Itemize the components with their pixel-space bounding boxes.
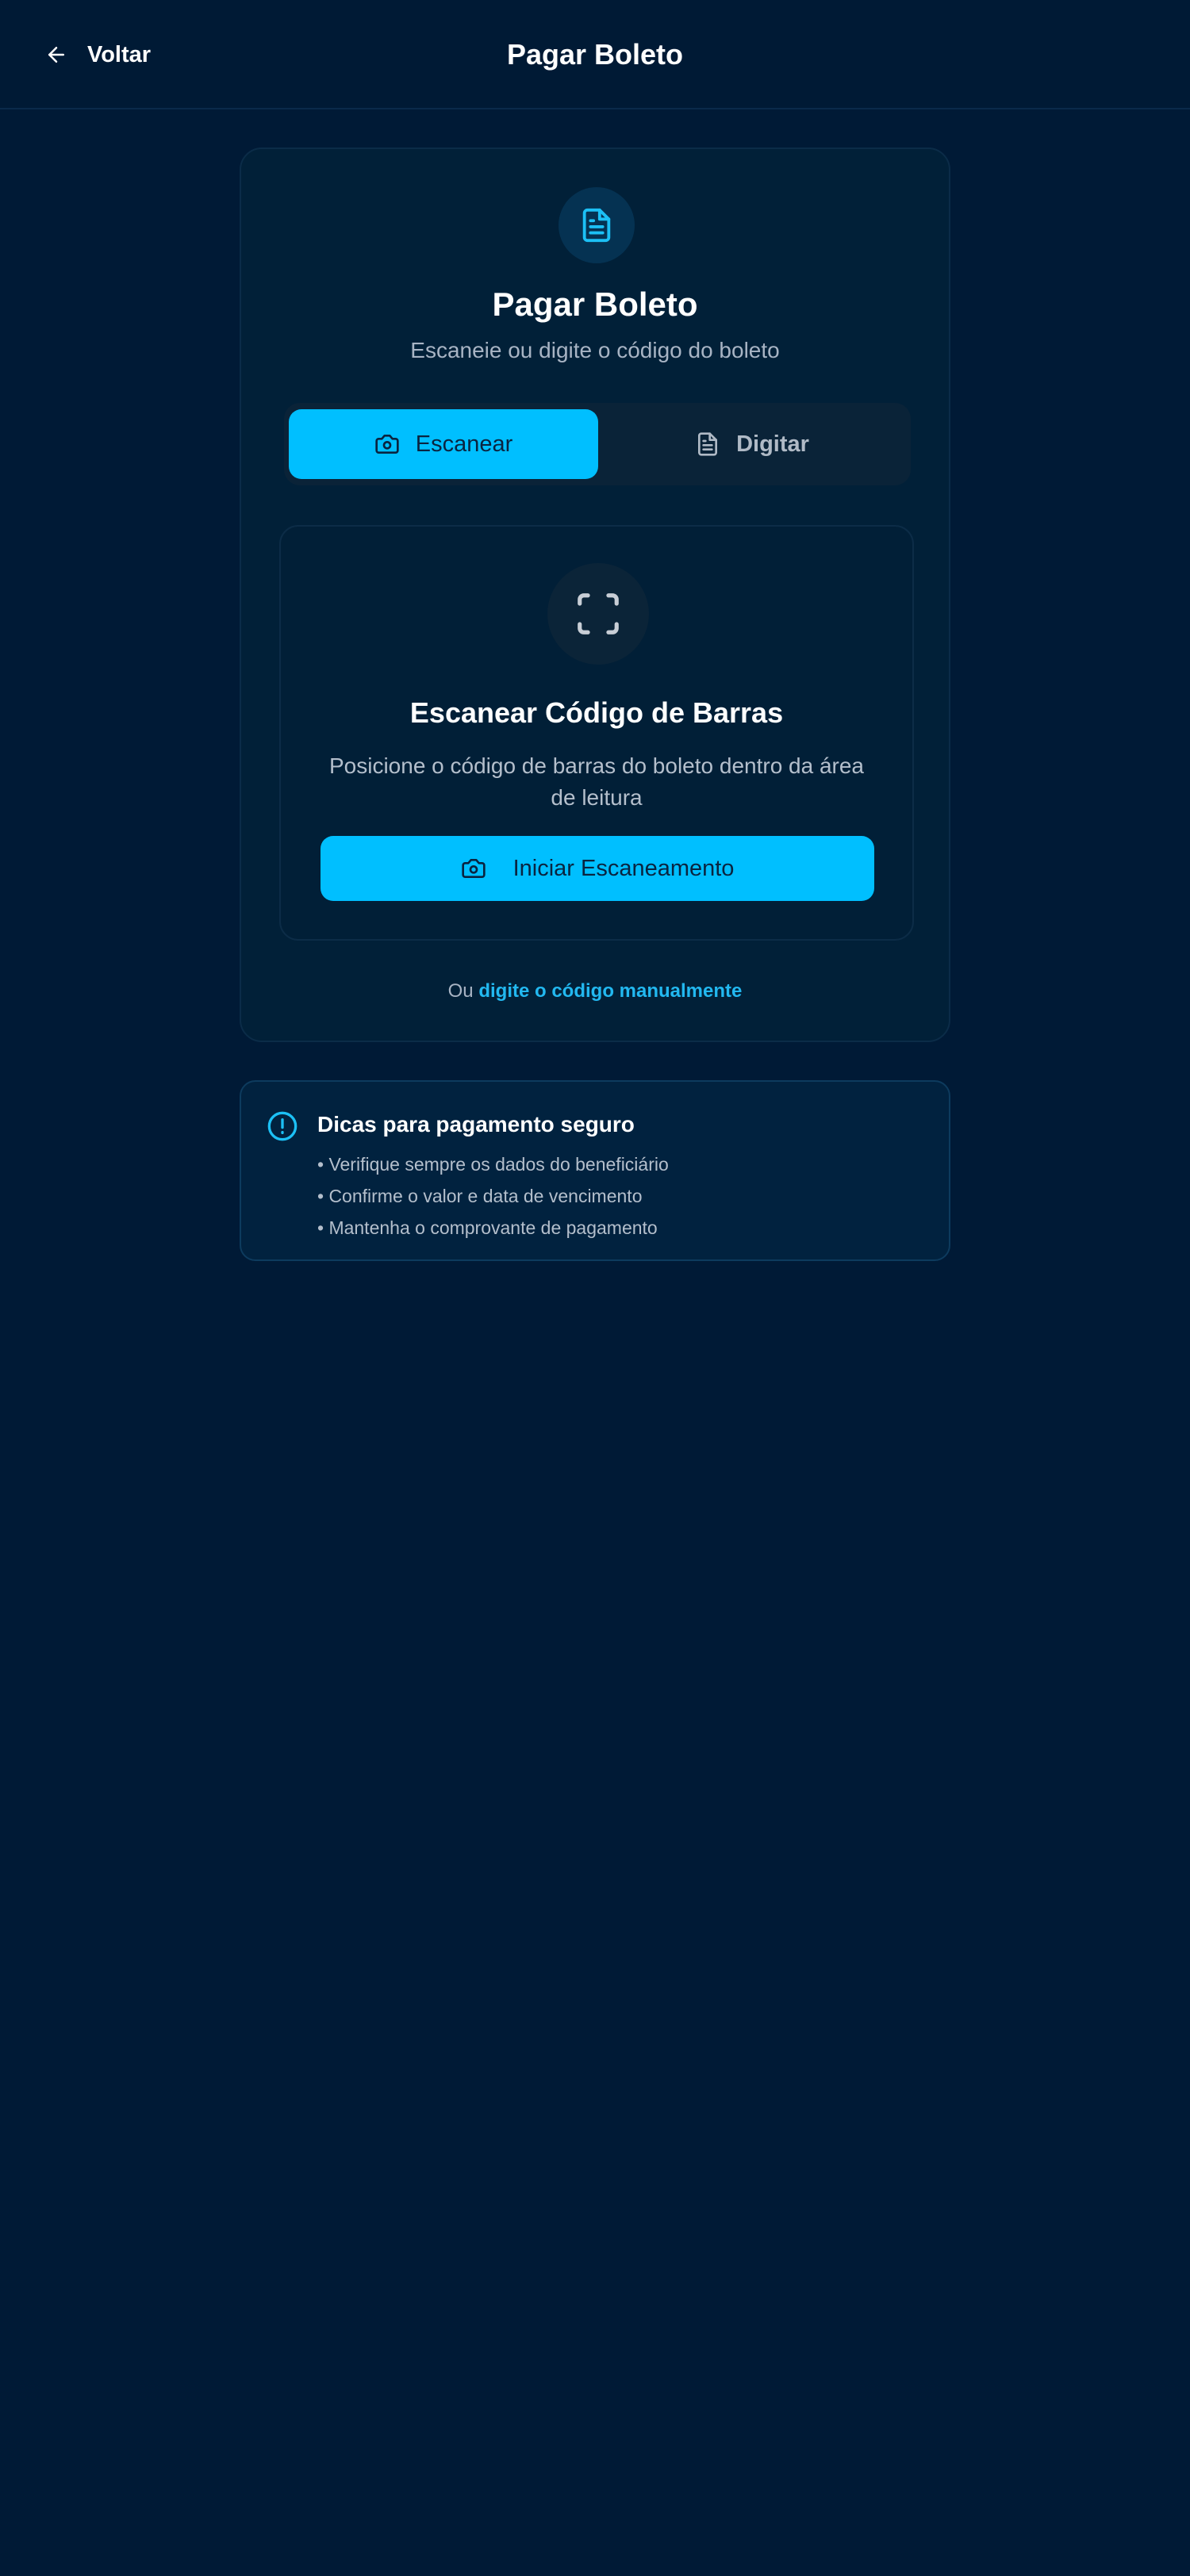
tip-item: • Verifique sempre os dados do beneficiá… xyxy=(317,1154,669,1175)
tips-title: Dicas para pagamento seguro xyxy=(317,1112,635,1137)
top-bar: Voltar Pagar Boleto xyxy=(0,0,1190,109)
scanner-description: Posicione o código de barras do boleto d… xyxy=(328,753,865,810)
document-icon xyxy=(582,208,611,243)
scanner-title: Escanear Código de Barras xyxy=(409,696,784,729)
page-title: Pagar Boleto xyxy=(506,38,684,71)
mode-tabs: Escanear Digitar xyxy=(284,403,911,485)
card-icon-badge xyxy=(559,187,635,263)
scanner-panel: Escanear Código de Barras Posicione o có… xyxy=(279,525,914,941)
card-title: Pagar Boleto xyxy=(492,286,698,323)
start-scan-label: Iniciar Escaneamento xyxy=(512,855,735,881)
scan-frame-icon xyxy=(578,593,619,634)
camera-icon xyxy=(375,435,399,454)
tab-digitar[interactable]: Digitar xyxy=(598,409,906,479)
tab-escanear[interactable]: Escanear xyxy=(289,409,598,479)
card-subtitle: Escaneie ou digite o código do boleto xyxy=(410,338,780,362)
manual-entry-prefix: Ou xyxy=(447,980,474,1002)
camera-icon xyxy=(461,859,486,878)
scanner-icon-badge xyxy=(547,563,649,665)
tab-digitar-label: Digitar xyxy=(736,431,809,457)
tab-escanear-label: Escanear xyxy=(415,431,513,457)
alert-circle-icon xyxy=(267,1111,298,1141)
tip-item: • Mantenha o comprovante de pagamento xyxy=(317,1217,658,1238)
tips-list: • Verifique sempre os dados do beneficiá… xyxy=(317,1148,669,1244)
start-scan-button[interactable]: Iniciar Escaneamento xyxy=(321,836,874,901)
payment-card: Pagar Boleto Escaneie ou digite o código… xyxy=(240,148,950,1042)
manual-entry-line: Ou digite o código manualmente xyxy=(241,980,949,1002)
document-icon xyxy=(698,432,718,456)
safety-tips-panel: Dicas para pagamento seguro • Verifique … xyxy=(240,1080,950,1261)
tip-item: • Confirme o valor e data de vencimento xyxy=(317,1186,643,1206)
manual-entry-link[interactable]: digite o código manualmente xyxy=(478,980,742,1002)
